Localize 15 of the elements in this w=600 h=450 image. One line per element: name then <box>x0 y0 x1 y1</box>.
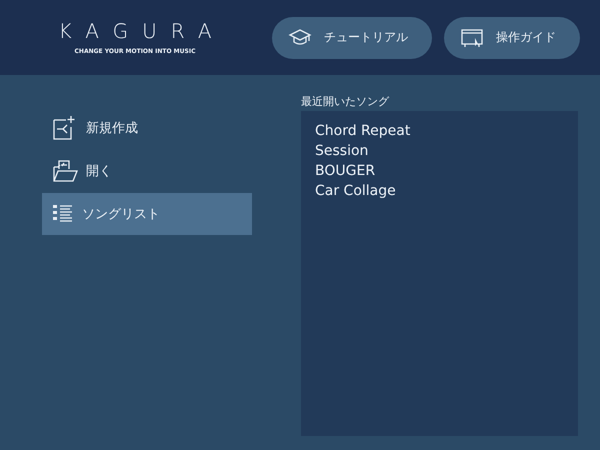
menu-item[interactable]: ソングリスト <box>42 193 252 235</box>
logo-wordmark: KAGURA <box>58 20 226 42</box>
menu-item[interactable]: 新規作成 <box>42 107 252 149</box>
folder-icon <box>52 159 78 183</box>
graduation-cap-icon <box>288 28 312 48</box>
list-icon <box>52 204 74 224</box>
tutorial-button[interactable]: チュートリアル <box>272 16 432 58</box>
guide-button[interactable]: 操作ガイド <box>444 16 580 58</box>
song-item[interactable]: Session <box>315 141 564 161</box>
menu-item[interactable]: 開く <box>42 150 252 192</box>
screen-pointer-icon <box>460 28 484 48</box>
song-item[interactable]: Chord Repeat <box>315 121 564 141</box>
song-item[interactable]: BOUGER <box>315 161 564 181</box>
recent-songs-title: 最近開いたソング <box>301 95 390 109</box>
song-item[interactable]: Car Collage <box>315 181 564 201</box>
